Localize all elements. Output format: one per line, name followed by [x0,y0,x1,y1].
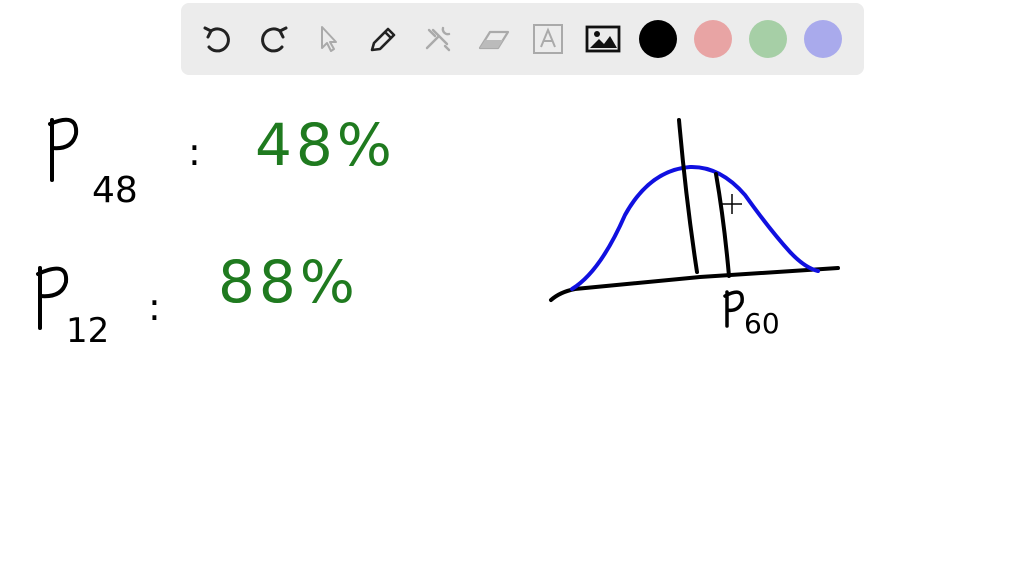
handwritten-p-stroke [723,290,744,328]
note-line-1: 48 : 48% [48,111,396,211]
note2-separator: : [148,285,161,329]
note1-subscript: 48 [92,170,138,211]
note2-value: 88% [218,248,359,316]
vertical-line-stroke [677,118,699,274]
note1-value: 48% [255,111,396,179]
handwritten-p-stroke [48,117,79,182]
x-axis-stroke [549,266,840,302]
handwritten-p-stroke [36,266,69,330]
vertical-line-stroke [714,172,731,278]
note2-subscript: 12 [66,311,109,351]
note-line-2: 12 : 88% [36,248,359,351]
crosshair-cursor-icon [722,194,742,214]
note1-separator: : [188,130,201,174]
normal-curve-sketch: 60 [549,118,840,340]
graph-label-subscript: 60 [744,307,780,340]
whiteboard-canvas[interactable]: 48 : 48% 12 : 88% 60 [0,0,1024,576]
